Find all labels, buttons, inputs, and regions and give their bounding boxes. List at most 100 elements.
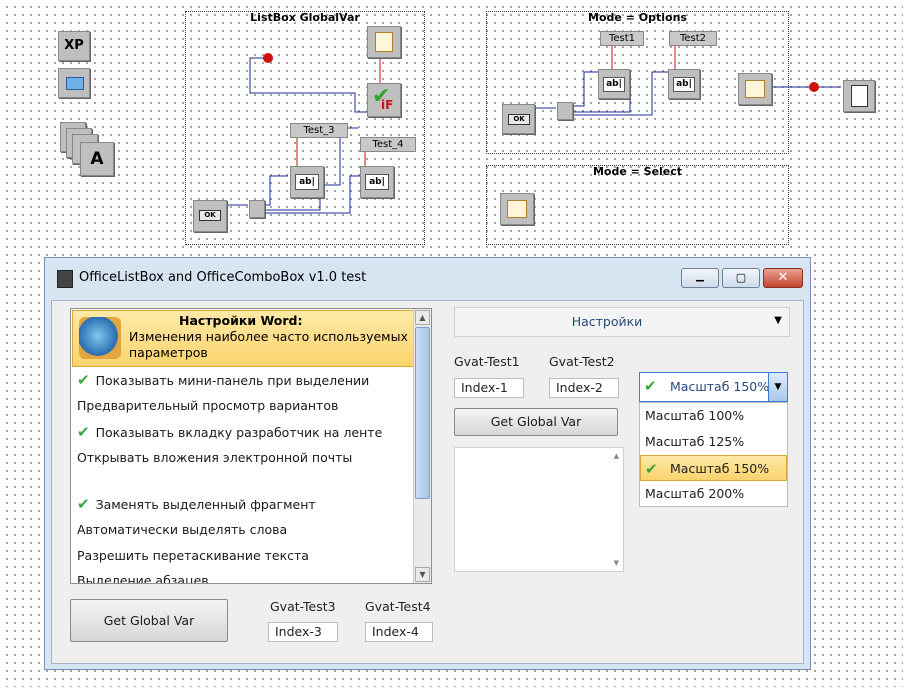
listbox-header-desc-1: Изменения наиболее часто используемых — [129, 329, 408, 344]
check-icon: ✔ — [644, 377, 657, 395]
edit-block-2[interactable]: ab| — [668, 69, 700, 99]
get-global-var-button-left[interactable]: Get Global Var — [70, 599, 228, 642]
list-item-label: Автоматически выделять слова — [77, 522, 288, 537]
edit-icon: ab| — [603, 77, 625, 92]
zoom-combobox[interactable]: ✔ Масштаб 150% ▼ — [639, 372, 788, 402]
gvat-test2-field[interactable]: Index-2 — [549, 378, 619, 398]
ok-button-block[interactable]: OK — [502, 104, 535, 134]
scroll-thumb[interactable] — [415, 327, 430, 499]
chevron-down-icon: ▼ — [774, 382, 782, 392]
output-memo[interactable]: ▲ ▼ — [454, 447, 624, 572]
list-item-label: Предварительный просмотр вариантов — [77, 398, 339, 413]
listbox-header-item[interactable]: Настройки Word: Изменения наиболее часто… — [72, 310, 414, 367]
get-global-var-button-right[interactable]: Get Global Var — [454, 408, 618, 436]
list-item-label: Выделение абзацев — [77, 573, 209, 584]
listbox-header-desc-2: параметров — [129, 345, 208, 360]
combobox-block[interactable] — [738, 73, 772, 105]
gvat-test2-label: Gvat-Test2 — [549, 354, 615, 369]
minimize-button[interactable]: ▁ — [681, 268, 719, 288]
frame-title: ListBox GlobalVar — [250, 11, 360, 24]
zoom-dropdown-list: Масштаб 100% Масштаб 125% ✔ Масштаб 150%… — [639, 402, 788, 507]
edit-block-4[interactable]: ab| — [360, 166, 394, 198]
tag-test3[interactable]: Test_3 — [290, 123, 348, 138]
tag-test4[interactable]: Test_4 — [360, 137, 416, 152]
gvat-test3-field[interactable]: Index-3 — [268, 622, 338, 642]
check-icon: ✔ — [77, 495, 90, 513]
splitter-block[interactable] — [249, 200, 265, 218]
maximize-icon: ▢ — [735, 271, 747, 284]
ok-button-block[interactable]: OK — [193, 200, 227, 232]
tag-test2[interactable]: Test2 — [669, 31, 717, 46]
gvat-test1-label: Gvat-Test1 — [454, 354, 520, 369]
combo-icon — [507, 200, 527, 218]
list-item-label: Открывать вложения электронной почты — [77, 450, 353, 465]
settings-combobox[interactable]: Настройки ▼ — [454, 307, 790, 337]
gvat-test4-label: Gvat-Test4 — [365, 599, 431, 614]
gvat-test1-field[interactable]: Index-1 — [454, 378, 524, 398]
list-item[interactable]: ✔ Заменять выделенный фрагмент — [77, 494, 316, 514]
ok-label: OK — [508, 114, 530, 125]
if-label: iF — [381, 98, 394, 112]
xp-label: XP — [64, 38, 84, 53]
close-icon: ✕ — [777, 270, 789, 285]
a-label: A — [90, 149, 104, 169]
list-item[interactable]: Предварительный просмотр вариантов — [77, 396, 338, 416]
close-button[interactable]: ✕ — [763, 268, 803, 288]
list-item-label: Заменять выделенный фрагмент — [95, 497, 316, 512]
scroll-up-icon[interactable]: ▲ — [614, 452, 619, 460]
document-block[interactable] — [843, 80, 875, 112]
zoom-option[interactable]: Масштаб 100% — [640, 403, 787, 429]
check-icon: ✔ — [77, 423, 90, 441]
zoom-option-label: Масштаб 150% — [670, 461, 770, 476]
scroll-down-icon[interactable]: ▼ — [415, 567, 430, 582]
film-icon — [57, 270, 73, 288]
edit-block-3[interactable]: ab| — [290, 166, 324, 198]
client-area: Настройки Word: Изменения наиболее часто… — [51, 300, 804, 664]
zoom-option[interactable]: Масштаб 125% — [640, 429, 787, 455]
chevron-down-icon[interactable]: ▼ — [774, 315, 782, 326]
edit-icon: ab| — [673, 77, 695, 92]
if-block[interactable]: ✔ iF — [367, 83, 401, 117]
list-item[interactable]: ✔ Показывать мини-панель при выделении — [77, 370, 369, 390]
xp-style-block[interactable]: XP — [58, 31, 90, 61]
list-item[interactable]: Разрешить перетаскивание текста — [77, 546, 309, 566]
window-title: OfficeListBox and OfficeComboBox v1.0 te… — [79, 270, 367, 285]
gvat-test3-label: Gvat-Test3 — [270, 599, 336, 614]
tag-test1[interactable]: Test1 — [600, 31, 644, 46]
list-item[interactable]: Выделение абзацев — [77, 571, 209, 584]
ok-label: OK — [199, 210, 221, 221]
zoom-option-selected[interactable]: ✔ Масштаб 150% — [640, 455, 787, 481]
list-item[interactable]: ✔ Показывать вкладку разработчик на ленте — [77, 422, 382, 442]
app-window: OfficeListBox and OfficeComboBox v1.0 te… — [44, 257, 811, 670]
document-icon — [851, 85, 868, 107]
frame-title: Mode = Options — [588, 11, 687, 24]
list-icon — [375, 32, 393, 52]
maximize-button[interactable]: ▢ — [722, 268, 760, 288]
settings-combobox-label: Настройки — [571, 314, 643, 329]
check-icon: ✔ — [77, 371, 90, 389]
list-item[interactable]: Автоматически выделять слова — [77, 520, 287, 540]
frame-title: Mode = Select — [592, 165, 683, 178]
globe-settings-icon — [79, 317, 121, 359]
font-a-block[interactable]: A — [80, 142, 114, 176]
combobox-block-select[interactable] — [500, 193, 534, 225]
edit-block-1[interactable]: ab| — [598, 69, 630, 99]
window-icon — [66, 77, 84, 90]
listbox-scrollbar[interactable]: ▲ ▼ — [413, 309, 431, 583]
scroll-up-icon[interactable]: ▲ — [415, 310, 430, 325]
window-block[interactable] — [58, 68, 90, 98]
combo-icon — [745, 80, 765, 98]
gvat-test4-field[interactable]: Index-4 — [365, 622, 433, 642]
listbox-block[interactable] — [367, 26, 401, 58]
scroll-down-icon[interactable]: ▼ — [614, 559, 619, 567]
check-icon: ✔ — [645, 460, 658, 478]
zoom-selected-value: Масштаб 150% — [670, 379, 770, 394]
zoom-dropdown-button[interactable]: ▼ — [768, 373, 787, 401]
edit-icon: ab| — [295, 174, 319, 190]
list-item-label: Показывать мини-панель при выделении — [95, 373, 370, 388]
list-item[interactable]: Открывать вложения электронной почты — [77, 448, 352, 468]
edit-icon: ab| — [365, 174, 389, 190]
zoom-option[interactable]: Масштаб 200% — [640, 481, 787, 507]
office-listbox[interactable]: Настройки Word: Изменения наиболее часто… — [70, 308, 432, 584]
splitter-block[interactable] — [557, 102, 573, 120]
